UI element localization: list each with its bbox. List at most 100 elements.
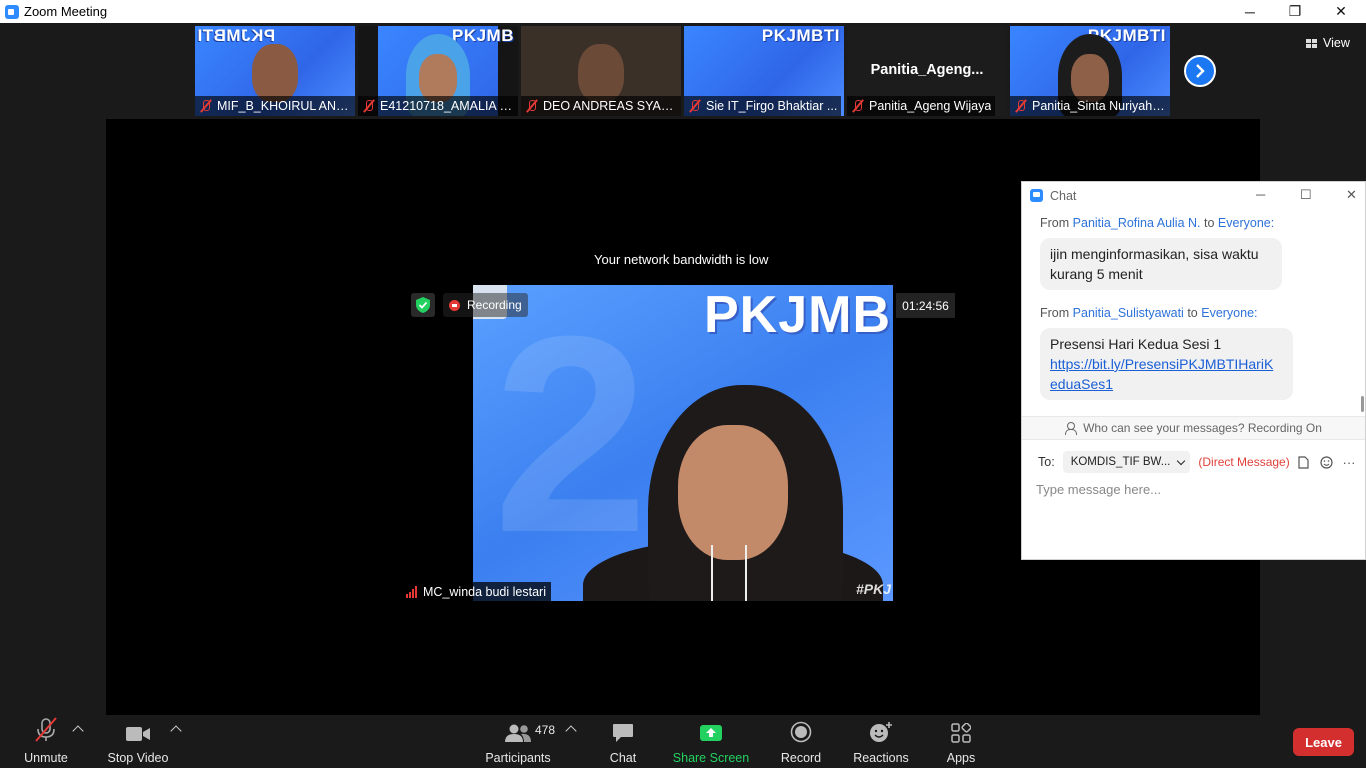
participant-video [578, 44, 624, 102]
recipient-dropdown[interactable]: KOMDIS_TIF BW... [1062, 451, 1191, 473]
sender-name[interactable]: Panitia_Sulistyawati [1073, 306, 1184, 320]
participant-name: Panitia_Ageng Wijaya [869, 99, 992, 113]
chat-button[interactable]: Chat [603, 715, 643, 768]
message-visibility-notice[interactable]: Who can see your messages? Recording On [1022, 416, 1365, 440]
chat-popout-button[interactable]: ☐ [1300, 187, 1312, 203]
message-header: From Panitia_Sulistyawati to Everyone: [1040, 306, 1258, 320]
grid-view-icon [1306, 38, 1317, 48]
participants-label: Participants [485, 751, 551, 765]
participant-name: MIF_B_KHOIRUL ANAM [217, 99, 351, 113]
chat-header: Chat [1022, 182, 1365, 209]
participant-name: Sie IT_Firgo Bhaktiar ... [706, 99, 838, 113]
zoom-logo-icon [5, 4, 19, 19]
from-label: From [1040, 306, 1070, 320]
file-icon[interactable] [1295, 454, 1311, 470]
security-shield-icon[interactable] [411, 293, 435, 317]
earphone-cable [711, 545, 713, 601]
participant-name-bar: E41210718_AMALIA FI... [358, 96, 518, 116]
mic-muted-icon [1014, 99, 1028, 113]
mic-muted-icon [362, 99, 376, 113]
speaker-name-bar: MC_winda budi lestari [403, 582, 551, 601]
chat-logo-icon [1030, 189, 1043, 202]
participant-name: E41210718_AMALIA FI... [380, 99, 514, 113]
record-icon [790, 715, 812, 745]
close-button[interactable]: ✕ [1318, 0, 1364, 23]
more-options-icon[interactable]: ··· [1341, 454, 1357, 470]
share-screen-button[interactable]: Share Screen [673, 715, 749, 768]
participant-thumbnail[interactable]: PKJMBTI MIF_B_KHOIRUL ANAM [195, 26, 355, 116]
mic-muted-icon [34, 715, 58, 745]
message-text: ijin menginformasikan, sisa waktu [1050, 246, 1259, 262]
window-title: Zoom Meeting [24, 4, 108, 19]
participant-display-name: Panitia_Ageng... [870, 62, 984, 78]
view-button[interactable]: View [1306, 33, 1350, 53]
background-brand-text: PKJMBTI [761, 26, 840, 45]
participant-thumbnail[interactable]: PKJMBTI Panitia_Sinta Nuriyah ... [1010, 26, 1170, 116]
to-label: to [1187, 306, 1198, 320]
message-text: kurang 5 menit [1050, 266, 1143, 282]
video-options-caret[interactable] [170, 725, 182, 737]
participant-face [419, 54, 457, 102]
chat-label: Chat [609, 751, 637, 765]
background-brand-text: PKJMBTI [197, 26, 276, 45]
recording-label: Recording [467, 298, 522, 312]
presence-link[interactable]: eduaSes1 [1050, 376, 1113, 392]
visibility-text: Who can see your messages? Recording On [1083, 421, 1322, 435]
recipient-name: Everyone: [1217, 216, 1275, 230]
message-input[interactable] [1036, 482, 1336, 497]
participants-options-caret[interactable] [565, 725, 577, 737]
message-bubble: Presensi Hari Kedua Sesi 1 https://bit.l… [1040, 328, 1293, 400]
meeting-toolbar: Unmute Stop Video Participants 478 Chat … [0, 715, 1366, 768]
message-header: From Panitia_Rofina Aulia N. to Everyone… [1040, 216, 1274, 230]
from-label: From [1040, 216, 1070, 230]
participant-thumbnail[interactable]: DEO ANDREAS SYAP... [521, 26, 681, 116]
message-text: Presensi Hari Kedua Sesi 1 [1050, 336, 1222, 352]
speaker-face [678, 425, 788, 560]
sender-name[interactable]: Panitia_Rofina Aulia N. [1073, 216, 1201, 230]
person-icon [1065, 422, 1078, 435]
mic-muted-icon [525, 99, 539, 113]
participant-thumbnail[interactable]: PKJMB E41210718_AMALIA FI... [358, 26, 518, 116]
participant-video [252, 44, 298, 102]
reactions-label: Reactions [853, 751, 909, 765]
active-speaker-video[interactable]: 2 PKJMB #PKJ [473, 285, 893, 601]
participant-name-bar: Panitia_Sinta Nuriyah ... [1010, 96, 1170, 116]
background-brand-text: PKJMB [451, 26, 514, 45]
participant-thumbnail[interactable]: PKJMBTI Sie IT_Firgo Bhaktiar ... [684, 26, 844, 116]
participant-name: Panitia_Sinta Nuriyah ... [1032, 99, 1166, 113]
direct-message-label: (Direct Message) [1198, 455, 1290, 469]
shield-icon [416, 297, 430, 313]
chat-minimize-button[interactable]: ─ [1256, 187, 1265, 202]
recipient-name: Everyone: [1201, 306, 1258, 320]
minimize-button[interactable]: ─ [1227, 0, 1273, 23]
participants-icon [504, 715, 532, 745]
unmute-button[interactable]: Unmute [22, 715, 70, 768]
reactions-button[interactable]: Reactions [852, 715, 910, 768]
stop-video-button[interactable]: Stop Video [107, 715, 169, 768]
restore-button[interactable]: ❐ [1272, 0, 1318, 23]
leave-button[interactable]: Leave [1293, 728, 1354, 756]
to-label: To: [1038, 455, 1055, 469]
chat-scrollbar[interactable] [1361, 396, 1364, 412]
participant-thumbnail[interactable]: Panitia_Ageng... Panitia_Ageng Wijaya [847, 26, 1007, 116]
meeting-timer: 01:24:56 [896, 293, 955, 318]
mic-muted-icon [199, 99, 213, 113]
chat-panel: Chat ─ ☐ ✕ From Panitia_Rofina Aulia N. … [1021, 181, 1366, 560]
chevron-down-icon [1177, 456, 1186, 465]
record-label: Record [780, 751, 822, 765]
background-brand-text: PKJMB [703, 286, 891, 344]
presence-link[interactable]: https://bit.ly/PresensiPKJMBTIHariK [1050, 356, 1273, 372]
participants-count: 478 [535, 723, 556, 737]
recording-indicator[interactable]: Recording [443, 293, 528, 317]
reactions-icon [869, 715, 893, 745]
record-button[interactable]: Record [779, 715, 823, 768]
next-page-button[interactable] [1184, 55, 1216, 87]
participant-face [1071, 54, 1109, 102]
audio-options-caret[interactable] [72, 725, 84, 737]
apps-button[interactable]: Apps [944, 715, 978, 768]
background-hashtag: #PKJ [855, 581, 891, 597]
selected-recipient: KOMDIS_TIF BW... [1070, 456, 1171, 468]
emoji-icon[interactable] [1318, 454, 1334, 470]
participant-name: DEO ANDREAS SYAP... [543, 99, 677, 113]
chat-close-button[interactable]: ✕ [1346, 187, 1357, 203]
